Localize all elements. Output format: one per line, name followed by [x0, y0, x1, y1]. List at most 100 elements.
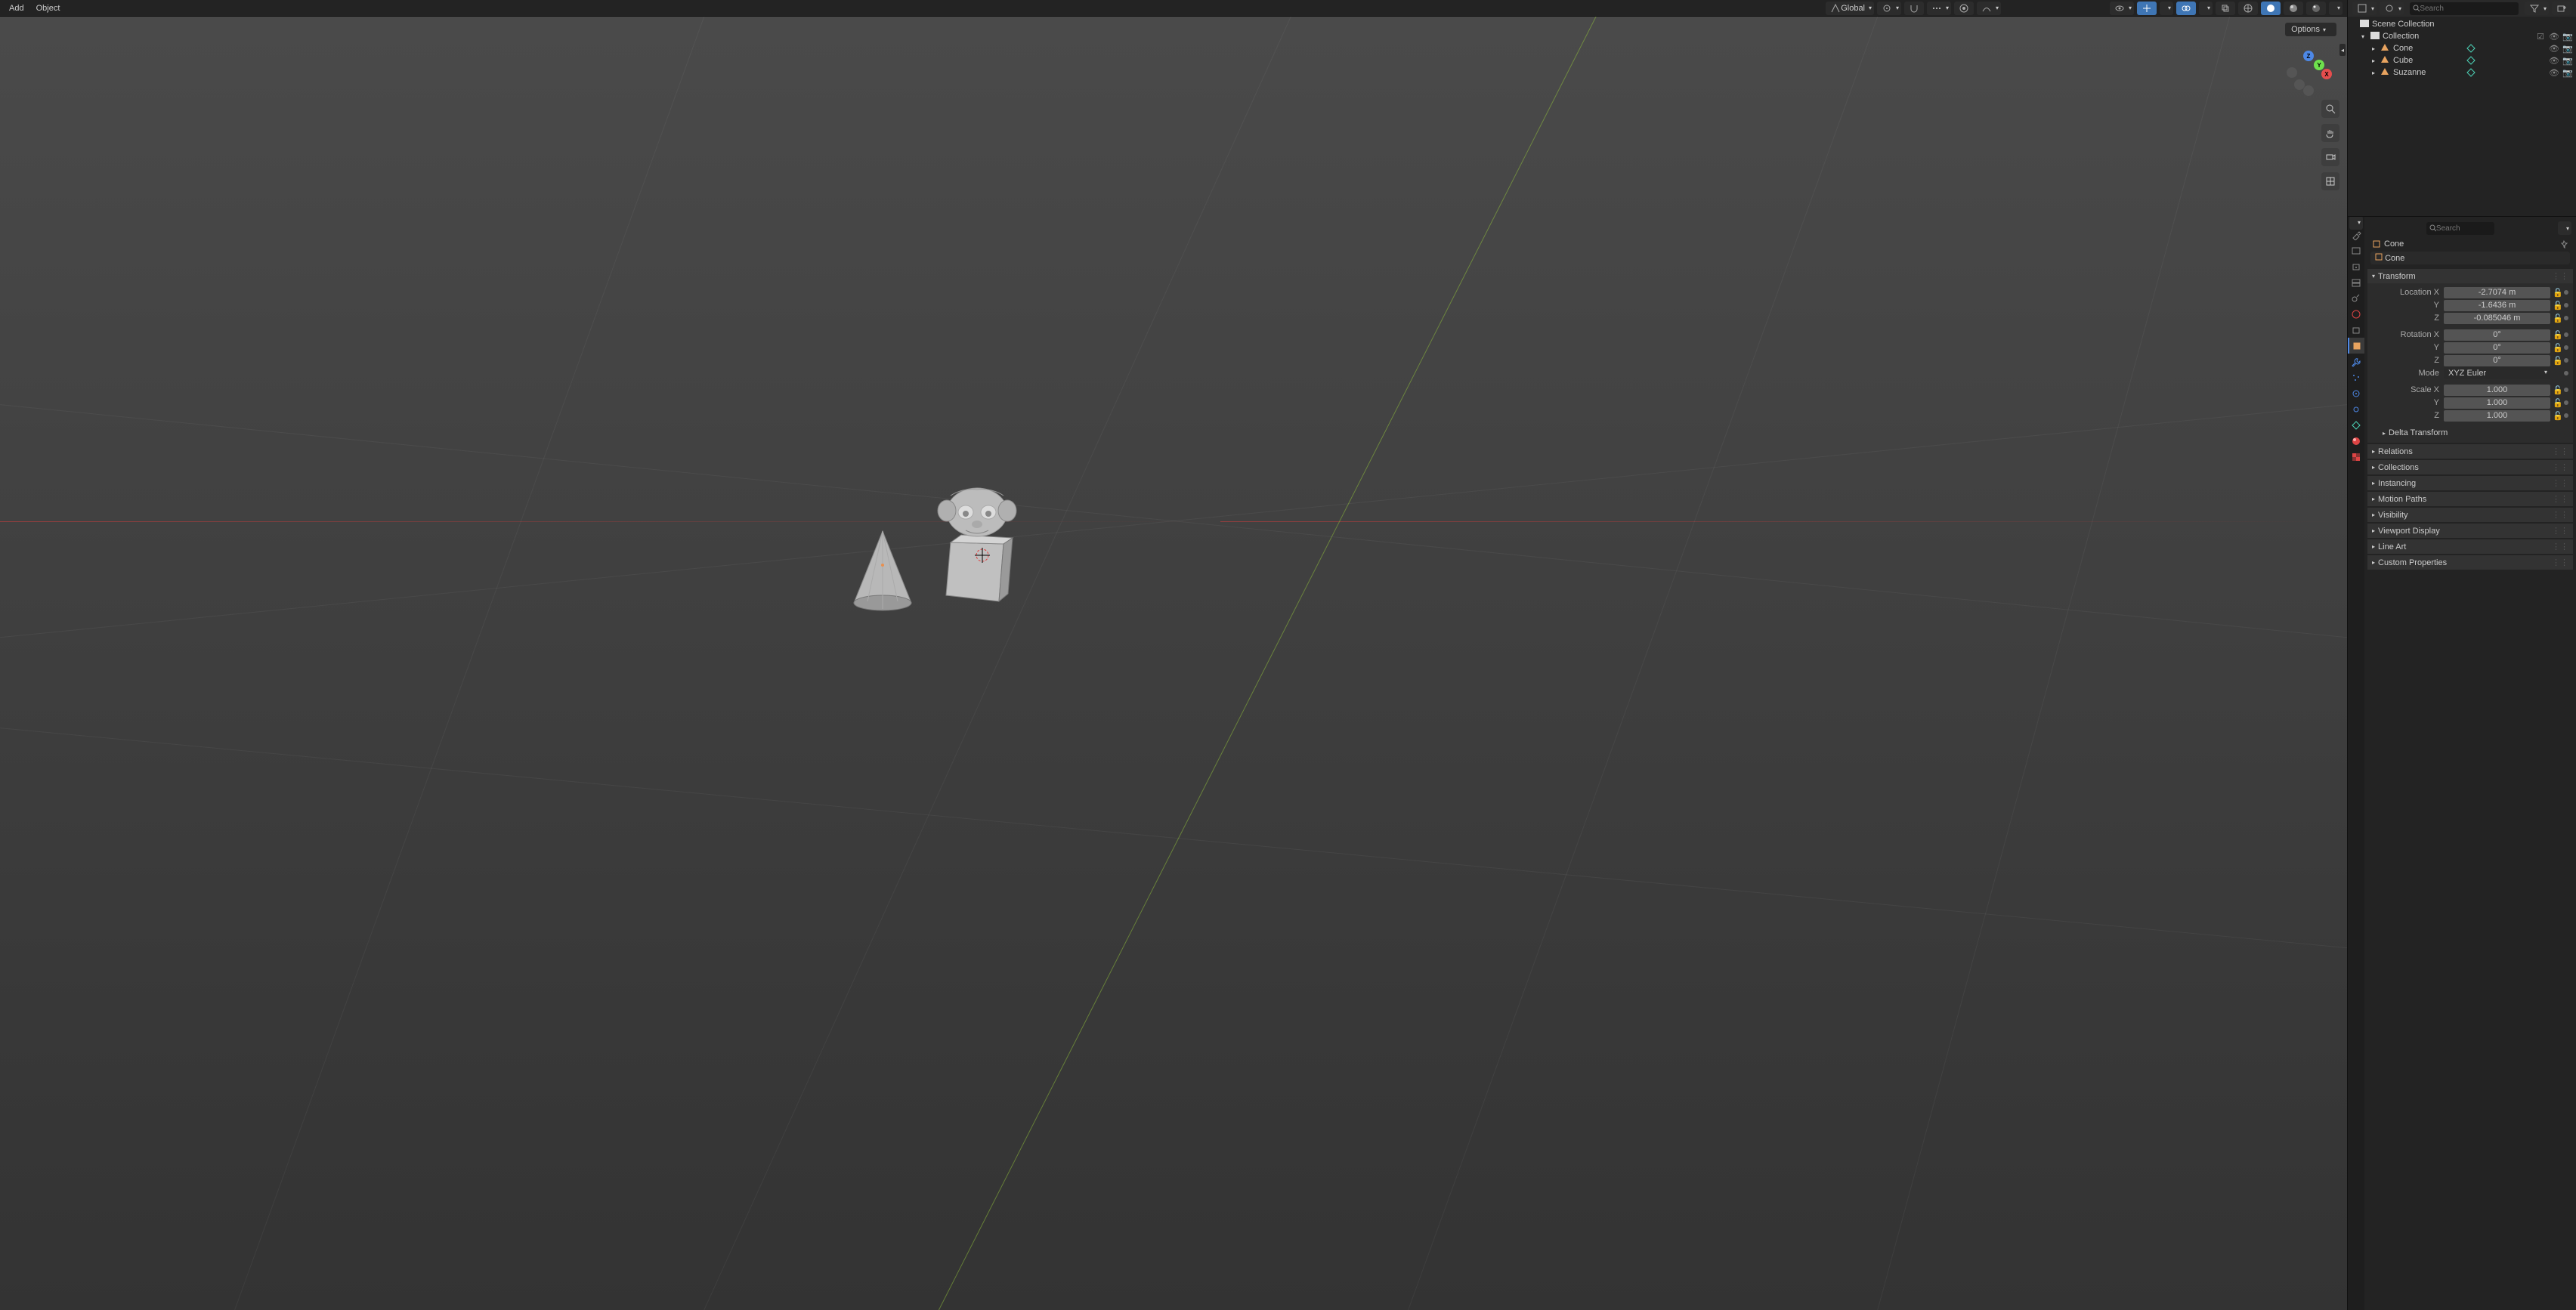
- navigation-gizmo[interactable]: Z Y X: [2287, 51, 2332, 96]
- axis-x-handle[interactable]: X: [2321, 69, 2332, 79]
- motion-paths-panel-header[interactable]: ▸Motion Paths⋮⋮: [2367, 492, 2573, 506]
- disable-toggle[interactable]: 📷: [2562, 68, 2573, 78]
- viewport-display-panel-header[interactable]: ▸Viewport Display⋮⋮: [2367, 524, 2573, 538]
- relations-panel-header[interactable]: ▸Relations⋮⋮: [2367, 444, 2573, 459]
- grip-icon[interactable]: ⋮⋮: [2552, 526, 2568, 536]
- zoom-control[interactable]: [2321, 100, 2339, 118]
- object-tab[interactable]: [2348, 338, 2364, 354]
- outliner-display-mode-dropdown[interactable]: [2352, 2, 2377, 15]
- n-panel-toggle[interactable]: ◂: [2339, 44, 2346, 56]
- lock-icon[interactable]: 🔓: [2553, 411, 2562, 421]
- location-x-input[interactable]: -2.7074 m: [2444, 287, 2550, 298]
- collection-row[interactable]: ▾ Collection ☑ 👁 📷: [2348, 30, 2576, 42]
- lock-icon[interactable]: 🔓: [2553, 398, 2562, 408]
- outliner-view-dropdown[interactable]: [2380, 2, 2404, 15]
- delta-transform-header[interactable]: ▸ Delta Transform: [2372, 426, 2568, 440]
- shading-wireframe[interactable]: [2238, 2, 2258, 15]
- rotation-x-input[interactable]: 0°: [2444, 329, 2550, 341]
- chevron-right-icon[interactable]: ▸: [2372, 57, 2381, 64]
- grip-icon[interactable]: ⋮⋮: [2552, 478, 2568, 488]
- object-name-field[interactable]: Cone: [2370, 252, 2570, 264]
- pan-control[interactable]: [2321, 124, 2339, 142]
- visibility-panel-header[interactable]: ▸Visibility⋮⋮: [2367, 508, 2573, 522]
- hide-toggle[interactable]: 👁: [2549, 56, 2559, 66]
- axis-neg-x-handle[interactable]: [2287, 67, 2297, 78]
- keyframe-dot[interactable]: [2564, 413, 2568, 418]
- axis-neg-z-handle[interactable]: [2303, 85, 2314, 96]
- grip-icon[interactable]: ⋮⋮: [2552, 558, 2568, 567]
- grip-icon[interactable]: ⋮⋮: [2552, 462, 2568, 472]
- shading-solid[interactable]: [2261, 2, 2281, 15]
- render-tab[interactable]: [2348, 243, 2364, 258]
- xray-toggle[interactable]: [2216, 2, 2235, 15]
- lock-icon[interactable]: 🔓: [2553, 288, 2562, 298]
- grip-icon[interactable]: ⋮⋮: [2552, 271, 2568, 281]
- snap-toggle[interactable]: [1904, 2, 1924, 15]
- keyframe-dot[interactable]: [2564, 345, 2568, 350]
- constraint-tab[interactable]: [2348, 401, 2364, 417]
- overlay-dropdown[interactable]: [2199, 2, 2213, 15]
- lock-icon[interactable]: 🔓: [2553, 314, 2562, 323]
- cube-row[interactable]: ▸ Cube 👁 📷: [2348, 54, 2576, 66]
- proportional-edit-toggle[interactable]: [1954, 2, 1974, 15]
- axis-z-handle[interactable]: Z: [2303, 51, 2314, 61]
- camera-view-control[interactable]: [2321, 148, 2339, 166]
- outliner-search[interactable]: [2410, 2, 2519, 15]
- scene-tab[interactable]: [2348, 290, 2364, 306]
- suzanne-row[interactable]: ▸ Suzanne 👁 📷: [2348, 66, 2576, 79]
- viewport-options-dropdown[interactable]: Options: [2285, 23, 2336, 36]
- lineart-panel-header[interactable]: ▸Line Art⋮⋮: [2367, 539, 2573, 554]
- grip-icon[interactable]: ⋮⋮: [2552, 510, 2568, 520]
- particle-tab[interactable]: [2348, 369, 2364, 385]
- instancing-panel-header[interactable]: ▸Instancing⋮⋮: [2367, 476, 2573, 490]
- disable-toggle[interactable]: 📷: [2562, 44, 2573, 54]
- grip-icon[interactable]: ⋮⋮: [2552, 494, 2568, 504]
- rotation-mode-dropdown[interactable]: XYZ Euler: [2444, 367, 2550, 379]
- disable-toggle[interactable]: 📷: [2562, 32, 2573, 42]
- object-menu[interactable]: Object: [30, 2, 66, 14]
- 3d-viewport[interactable]: Options ◂ Z Y X: [0, 17, 2347, 1310]
- lock-icon[interactable]: 🔓: [2553, 343, 2562, 353]
- pin-icon[interactable]: [2559, 239, 2568, 249]
- grip-icon[interactable]: ⋮⋮: [2552, 446, 2568, 456]
- keyframe-dot[interactable]: [2564, 358, 2568, 363]
- scene-collection-row[interactable]: Scene Collection: [2348, 18, 2576, 30]
- viewlayer-tab[interactable]: [2348, 274, 2364, 290]
- scale-y-input[interactable]: 1.000: [2444, 397, 2550, 409]
- perspective-toggle[interactable]: [2321, 172, 2339, 190]
- gizmo-toggle[interactable]: [2137, 2, 2157, 15]
- grip-icon[interactable]: ⋮⋮: [2552, 542, 2568, 551]
- texture-tab[interactable]: [2348, 449, 2364, 465]
- hide-toggle[interactable]: 👁: [2549, 32, 2559, 42]
- scale-x-input[interactable]: 1.000: [2444, 385, 2550, 396]
- transform-panel-header[interactable]: ▾ Transform ⋮⋮: [2367, 269, 2573, 283]
- snap-dropdown[interactable]: [1927, 2, 1951, 15]
- custom-properties-panel-header[interactable]: ▸Custom Properties⋮⋮: [2367, 555, 2573, 570]
- overlay-toggle[interactable]: [2176, 2, 2196, 15]
- axis-y-handle[interactable]: Y: [2314, 60, 2324, 70]
- keyframe-dot[interactable]: [2564, 332, 2568, 337]
- physics-tab[interactable]: [2348, 385, 2364, 401]
- rotation-z-input[interactable]: 0°: [2444, 355, 2550, 366]
- properties-search-input[interactable]: [2436, 224, 2491, 233]
- cone-row[interactable]: ▸ Cone 👁 📷: [2348, 42, 2576, 54]
- location-z-input[interactable]: -0.085046 m: [2444, 313, 2550, 324]
- hide-toggle[interactable]: 👁: [2549, 68, 2559, 78]
- keyframe-dot[interactable]: [2564, 400, 2568, 405]
- lock-icon[interactable]: 🔓: [2553, 356, 2562, 366]
- location-y-input[interactable]: -1.6436 m: [2444, 300, 2550, 311]
- collection-tab[interactable]: [2348, 322, 2364, 338]
- gizmo-dropdown[interactable]: [2160, 2, 2173, 15]
- orientation-dropdown[interactable]: Global: [1826, 2, 1874, 15]
- material-tab[interactable]: [2348, 433, 2364, 449]
- shading-rendered[interactable]: [2306, 2, 2326, 15]
- shading-dropdown[interactable]: [2329, 2, 2343, 15]
- modifier-tab[interactable]: [2348, 354, 2364, 369]
- keyframe-dot[interactable]: [2564, 316, 2568, 320]
- chevron-right-icon[interactable]: ▸: [2372, 45, 2381, 52]
- keyframe-dot[interactable]: [2564, 371, 2568, 375]
- outliner-search-input[interactable]: [2420, 5, 2516, 13]
- shading-material[interactable]: [2284, 2, 2303, 15]
- scale-z-input[interactable]: 1.000: [2444, 410, 2550, 422]
- collections-panel-header[interactable]: ▸Collections⋮⋮: [2367, 460, 2573, 474]
